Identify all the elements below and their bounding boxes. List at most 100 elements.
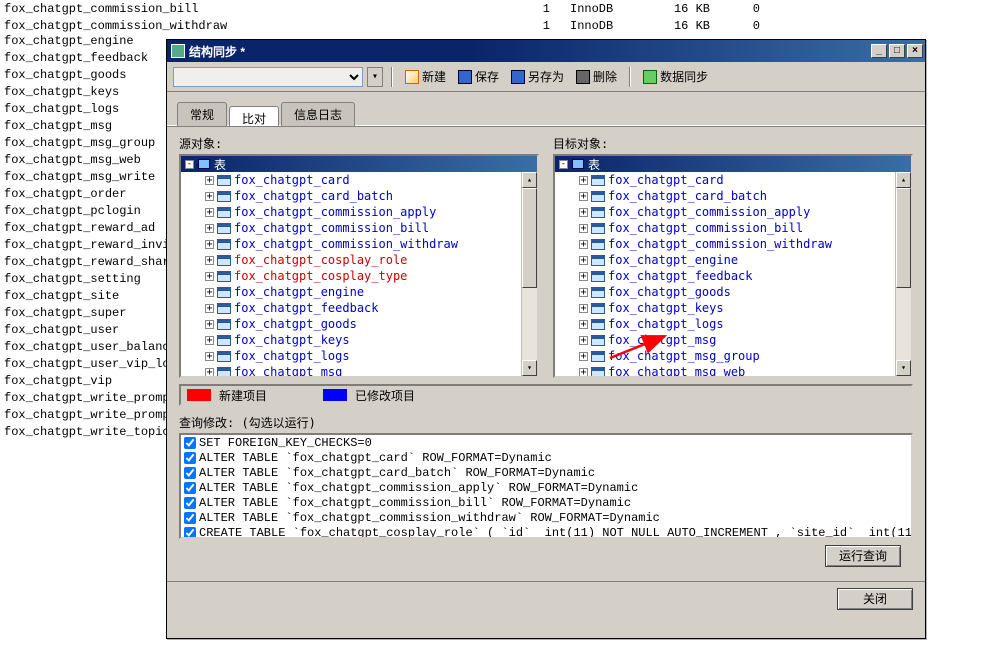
- expander-icon[interactable]: +: [579, 208, 588, 217]
- delete-button[interactable]: 删除: [572, 66, 621, 87]
- sql-line[interactable]: CREATE TABLE `fox_chatgpt_cosplay_role` …: [181, 525, 911, 539]
- expander-icon[interactable]: +: [205, 320, 214, 329]
- table-icon: [591, 239, 605, 250]
- tree-item[interactable]: +fox_chatgpt_commission_apply: [181, 204, 537, 220]
- expander-icon[interactable]: +: [579, 304, 588, 313]
- sql-checkbox[interactable]: [184, 452, 196, 464]
- profile-dropdown-button[interactable]: ▾: [367, 67, 383, 87]
- sql-line[interactable]: ALTER TABLE `fox_chatgpt_card_batch` ROW…: [181, 465, 911, 480]
- sql-checkbox[interactable]: [184, 437, 196, 449]
- expander-icon[interactable]: +: [205, 368, 214, 377]
- expander-icon[interactable]: +: [205, 288, 214, 297]
- expander-icon[interactable]: +: [205, 336, 214, 345]
- collapse-icon[interactable]: -: [559, 160, 568, 169]
- expander-icon[interactable]: +: [205, 240, 214, 249]
- tree-item[interactable]: +fox_chatgpt_logs: [181, 348, 537, 364]
- tree-item[interactable]: +fox_chatgpt_commission_bill: [555, 220, 911, 236]
- tree-item[interactable]: +fox_chatgpt_cosplay_role: [181, 252, 537, 268]
- scroll-up-button[interactable]: ▴: [896, 172, 911, 188]
- maximize-button[interactable]: □: [889, 44, 905, 58]
- table-icon: [217, 303, 231, 314]
- expander-icon[interactable]: +: [579, 256, 588, 265]
- tree-item[interactable]: +fox_chatgpt_card: [555, 172, 911, 188]
- expander-icon[interactable]: +: [205, 272, 214, 281]
- tree-item[interactable]: +fox_chatgpt_commission_bill: [181, 220, 537, 236]
- sql-line[interactable]: SET FOREIGN_KEY_CHECKS=0: [181, 435, 911, 450]
- tree-item[interactable]: +fox_chatgpt_feedback: [181, 300, 537, 316]
- source-tree[interactable]: - 表 +fox_chatgpt_card+fox_chatgpt_card_b…: [179, 154, 539, 378]
- sql-checkbox[interactable]: [184, 527, 196, 539]
- tree-item[interactable]: +fox_chatgpt_card: [181, 172, 537, 188]
- expander-icon[interactable]: +: [205, 256, 214, 265]
- saveas-button[interactable]: 另存为: [507, 66, 568, 87]
- tree-item[interactable]: +fox_chatgpt_goods: [555, 284, 911, 300]
- sql-checkbox[interactable]: [184, 512, 196, 524]
- expander-icon[interactable]: +: [205, 176, 214, 185]
- tree-item[interactable]: +fox_chatgpt_cosplay_type: [181, 268, 537, 284]
- tree-item[interactable]: +fox_chatgpt_card_batch: [555, 188, 911, 204]
- tab-general[interactable]: 常规: [177, 102, 227, 126]
- expander-icon[interactable]: +: [579, 240, 588, 249]
- scroll-thumb[interactable]: [896, 188, 911, 288]
- expander-icon[interactable]: +: [579, 368, 588, 377]
- scroll-thumb[interactable]: [522, 188, 537, 288]
- tree-item[interactable]: +fox_chatgpt_feedback: [555, 268, 911, 284]
- sql-checkbox[interactable]: [184, 497, 196, 509]
- tree-item[interactable]: +fox_chatgpt_engine: [555, 252, 911, 268]
- table-icon: [591, 223, 605, 234]
- expander-icon[interactable]: +: [205, 352, 214, 361]
- expander-icon[interactable]: +: [579, 192, 588, 201]
- scroll-down-button[interactable]: ▾: [522, 360, 537, 376]
- tab-compare[interactable]: 比对: [229, 106, 279, 126]
- scroll-up-button[interactable]: ▴: [522, 172, 537, 188]
- scrollbar[interactable]: ▴ ▾: [895, 172, 911, 376]
- tree-item[interactable]: +fox_chatgpt_keys: [181, 332, 537, 348]
- tree-item[interactable]: +fox_chatgpt_msg: [555, 332, 911, 348]
- expander-icon[interactable]: +: [205, 304, 214, 313]
- expander-icon[interactable]: +: [579, 288, 588, 297]
- expander-icon[interactable]: +: [205, 208, 214, 217]
- dialog-titlebar[interactable]: 结构同步 * _ □ ×: [167, 40, 925, 62]
- tree-item[interactable]: +fox_chatgpt_msg_web: [555, 364, 911, 376]
- tree-item[interactable]: +fox_chatgpt_card_batch: [181, 188, 537, 204]
- tree-item[interactable]: +fox_chatgpt_goods: [181, 316, 537, 332]
- tree-item[interactable]: +fox_chatgpt_msg_group: [555, 348, 911, 364]
- expander-icon[interactable]: +: [579, 352, 588, 361]
- tree-item[interactable]: +fox_chatgpt_logs: [555, 316, 911, 332]
- tree-item[interactable]: +fox_chatgpt_commission_withdraw: [181, 236, 537, 252]
- minimize-button[interactable]: _: [871, 44, 887, 58]
- collapse-icon[interactable]: -: [185, 160, 194, 169]
- sql-line[interactable]: ALTER TABLE `fox_chatgpt_commission_bill…: [181, 495, 911, 510]
- expander-icon[interactable]: +: [579, 336, 588, 345]
- expander-icon[interactable]: +: [205, 224, 214, 233]
- tree-item[interactable]: +fox_chatgpt_commission_withdraw: [555, 236, 911, 252]
- expander-icon[interactable]: +: [205, 192, 214, 201]
- new-button[interactable]: 新建: [401, 66, 450, 87]
- sql-line[interactable]: ALTER TABLE `fox_chatgpt_card` ROW_FORMA…: [181, 450, 911, 465]
- run-query-button[interactable]: 运行查询: [825, 545, 901, 567]
- expander-icon[interactable]: +: [579, 224, 588, 233]
- data-sync-button[interactable]: 数据同步: [639, 66, 712, 87]
- close-dialog-button[interactable]: 关闭: [837, 588, 913, 610]
- scroll-down-button[interactable]: ▾: [896, 360, 911, 376]
- sql-line[interactable]: ALTER TABLE `fox_chatgpt_commission_with…: [181, 510, 911, 525]
- sql-listbox[interactable]: SET FOREIGN_KEY_CHECKS=0ALTER TABLE `fox…: [179, 433, 913, 539]
- target-tree[interactable]: - 表 +fox_chatgpt_card+fox_chatgpt_card_b…: [553, 154, 913, 378]
- sql-checkbox[interactable]: [184, 482, 196, 494]
- tree-item[interactable]: +fox_chatgpt_keys: [555, 300, 911, 316]
- tree-item[interactable]: +fox_chatgpt_msg: [181, 364, 537, 376]
- tree-header[interactable]: - 表: [555, 156, 911, 172]
- save-button[interactable]: 保存: [454, 66, 503, 87]
- sql-line[interactable]: ALTER TABLE `fox_chatgpt_commission_appl…: [181, 480, 911, 495]
- tree-header[interactable]: - 表: [181, 156, 537, 172]
- tab-log[interactable]: 信息日志: [281, 102, 355, 126]
- expander-icon[interactable]: +: [579, 272, 588, 281]
- tree-item[interactable]: +fox_chatgpt_commission_apply: [555, 204, 911, 220]
- expander-icon[interactable]: +: [579, 320, 588, 329]
- profile-select[interactable]: [173, 67, 363, 87]
- expander-icon[interactable]: +: [579, 176, 588, 185]
- tree-item[interactable]: +fox_chatgpt_engine: [181, 284, 537, 300]
- close-button[interactable]: ×: [907, 44, 923, 58]
- sql-checkbox[interactable]: [184, 467, 196, 479]
- scrollbar[interactable]: ▴ ▾: [521, 172, 537, 376]
